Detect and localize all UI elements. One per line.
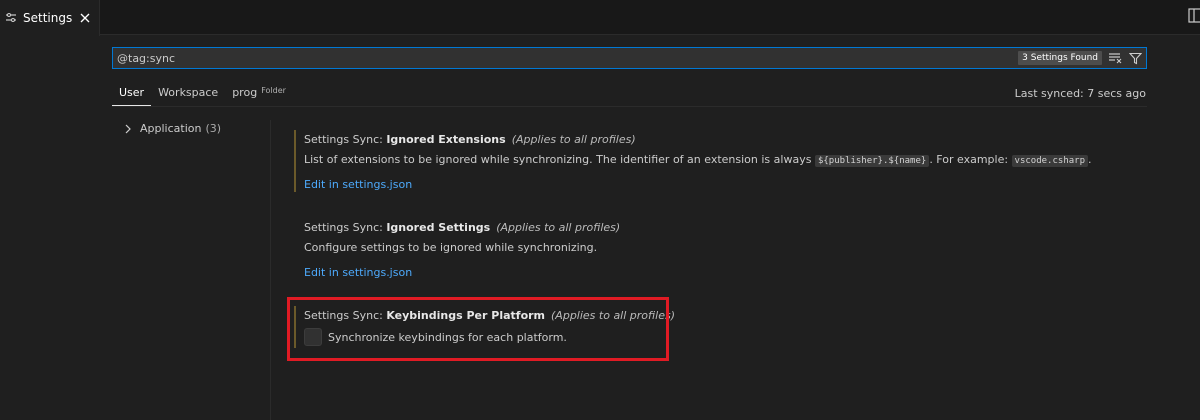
setting-key: Ignored Extensions — [386, 133, 506, 146]
settings-scope-tabs: User Workspace prog Folder — [112, 80, 293, 106]
setting-ignored-extensions: Settings Sync: Ignored Extensions (Applie… — [294, 130, 1174, 200]
setting-ignored-settings: Settings Sync: Ignored Settings (Applies … — [294, 218, 1174, 288]
settings-lines-icon — [6, 13, 16, 22]
edit-in-settings-json-link[interactable]: Edit in settings.json — [304, 178, 412, 191]
code-snippet: ${publisher}.${name} — [814, 155, 930, 167]
toc-divider — [270, 120, 271, 420]
setting-key: Ignored Settings — [386, 221, 491, 234]
tab-folder-label: prog — [232, 86, 258, 99]
highlight-annotation-box — [287, 297, 669, 361]
settings-search-box: 3 Settings Found — [112, 47, 1147, 69]
filter-icon[interactable] — [1126, 49, 1144, 67]
scope-divider — [112, 106, 1147, 107]
tab-workspace-label: Workspace — [158, 86, 219, 99]
desc-text: . For example: — [929, 153, 1012, 166]
toc-item-count: (3) — [205, 122, 222, 135]
editor-tab-bar: Settings — [0, 0, 1200, 36]
tab-workspace[interactable]: Workspace — [151, 80, 225, 106]
code-snippet: vscode.csharp — [1011, 155, 1088, 167]
edit-in-settings-json-link[interactable]: Edit in settings.json — [304, 266, 412, 279]
setting-title: Settings Sync: Ignored Extensions (Applie… — [304, 133, 636, 146]
split-editor-icon[interactable] — [1186, 8, 1200, 24]
setting-category: Settings Sync: — [304, 221, 387, 234]
folder-hint: Folder — [261, 86, 286, 95]
tab-folder-prog[interactable]: prog Folder — [225, 80, 293, 106]
desc-text: . — [1088, 153, 1092, 166]
setting-description: Configure settings to be ignored while s… — [304, 241, 598, 254]
clear-filter-icon[interactable] — [1106, 49, 1124, 67]
last-synced-status: Last synced: 7 secs ago — [1014, 87, 1146, 100]
setting-description: List of extensions to be ignored while s… — [304, 153, 1092, 167]
desc-text: List of extensions to be ignored while s… — [304, 153, 815, 166]
setting-category: Settings Sync: — [304, 133, 387, 146]
setting-title: Settings Sync: Ignored Settings (Applies … — [304, 221, 620, 234]
modified-indicator — [294, 130, 296, 192]
settings-search-input[interactable] — [113, 48, 1019, 68]
setting-scope-note: (Applies to all profiles) — [496, 221, 621, 234]
settings-count-badge: 3 Settings Found — [1018, 51, 1102, 65]
tab-settings[interactable]: Settings — [0, 0, 100, 36]
tab-user[interactable]: User — [112, 80, 152, 106]
toc-item-label: Application — [140, 122, 202, 135]
close-icon[interactable] — [77, 10, 93, 26]
tab-user-label: User — [119, 86, 145, 99]
toc-item-application[interactable]: Application (3) — [122, 122, 221, 135]
chevron-right-icon — [125, 124, 131, 133]
setting-scope-note: (Applies to all profiles) — [511, 133, 636, 146]
tab-label: Settings — [23, 11, 73, 25]
